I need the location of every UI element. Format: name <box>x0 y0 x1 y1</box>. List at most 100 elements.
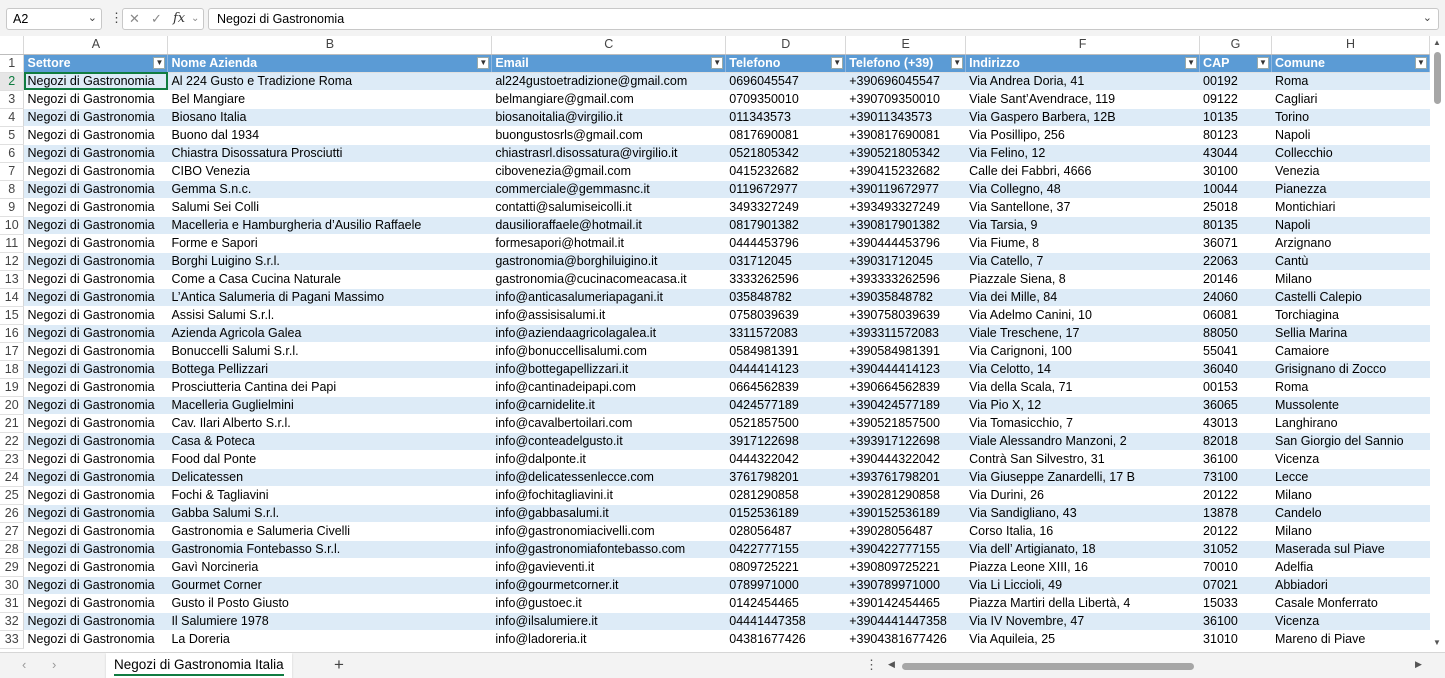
table-cell[interactable]: Gabba Salumi S.r.l. <box>167 504 493 523</box>
table-cell[interactable]: 0521857500 <box>725 414 847 433</box>
table-cell[interactable]: +390584981391 <box>845 342 967 361</box>
row-header[interactable]: 21 <box>0 414 25 433</box>
row-header[interactable]: 19 <box>0 378 25 397</box>
table-cell[interactable]: Corso Italia, 16 <box>965 522 1201 541</box>
table-cell[interactable]: +390152536189 <box>845 504 967 523</box>
table-cell[interactable]: Castelli Calepio <box>1271 288 1430 307</box>
row-header[interactable]: 25 <box>0 486 25 505</box>
table-cell[interactable]: Via Collegno, 48 <box>965 180 1201 199</box>
table-cell[interactable]: Via Catello, 7 <box>965 252 1201 271</box>
table-cell[interactable]: Cantù <box>1271 252 1430 271</box>
table-cell[interactable]: Gavì Norcineria <box>167 558 493 577</box>
table-cell[interactable]: dausilioraffaele@hotmail.it <box>491 216 727 235</box>
table-cell[interactable]: Via Adelmo Canini, 10 <box>965 306 1201 325</box>
table-cell[interactable]: Via Tarsia, 9 <box>965 216 1201 235</box>
table-cell[interactable]: 0142454465 <box>725 594 847 613</box>
table-cell[interactable]: 43013 <box>1199 414 1272 433</box>
table-cell[interactable]: Via Celotto, 14 <box>965 360 1201 379</box>
table-cell[interactable]: 011343573 <box>725 108 847 127</box>
table-cell[interactable]: Via Aquileia, 25 <box>965 630 1201 649</box>
table-cell[interactable]: Negozi di Gastronomia <box>23 306 169 325</box>
table-cell[interactable]: 0696045547 <box>725 72 847 91</box>
row-header[interactable]: 30 <box>0 576 25 595</box>
select-all-corner[interactable] <box>0 36 25 55</box>
table-cell[interactable]: +390758039639 <box>845 306 967 325</box>
table-header-cell[interactable]: Email ▼ <box>491 54 727 73</box>
table-cell[interactable]: Cagliari <box>1271 90 1430 109</box>
table-cell[interactable]: 36100 <box>1199 612 1272 631</box>
table-cell[interactable]: Cav. Ilari Alberto S.r.l. <box>167 414 493 433</box>
prev-sheet-icon[interactable]: ‹ <box>22 657 26 672</box>
table-cell[interactable]: Roma <box>1271 378 1430 397</box>
table-cell[interactable]: Il Salumiere 1978 <box>167 612 493 631</box>
table-cell[interactable]: 43044 <box>1199 144 1272 163</box>
row-header[interactable]: 31 <box>0 594 25 613</box>
table-cell[interactable]: cibovenezia@gmail.com <box>491 162 727 181</box>
table-cell[interactable]: Negozi di Gastronomia <box>23 126 169 145</box>
table-cell[interactable]: Langhirano <box>1271 414 1430 433</box>
horizontal-scroll-thumb[interactable] <box>902 663 1194 670</box>
table-cell[interactable]: Grisignano di Zocco <box>1271 360 1430 379</box>
table-cell[interactable]: Negozi di Gastronomia <box>23 162 169 181</box>
table-cell[interactable]: 10135 <box>1199 108 1272 127</box>
table-cell[interactable]: Delicatessen <box>167 468 493 487</box>
table-cell[interactable]: info@gastronomiafontebasso.com <box>491 540 727 559</box>
table-cell[interactable]: gastronomia@cucinacomeacasa.it <box>491 270 727 289</box>
confirm-icon[interactable]: ✓ <box>151 11 162 27</box>
table-cell[interactable]: Via Durini, 26 <box>965 486 1201 505</box>
table-cell[interactable]: Casa & Poteca <box>167 432 493 451</box>
scroll-down-icon[interactable]: ▼ <box>1433 638 1441 647</box>
table-cell[interactable]: Negozi di Gastronomia <box>23 288 169 307</box>
table-cell[interactable]: 13878 <box>1199 504 1272 523</box>
table-cell[interactable]: Fochi & Tagliavini <box>167 486 493 505</box>
table-cell[interactable]: Negozi di Gastronomia <box>23 216 169 235</box>
table-cell[interactable]: Bottega Pellizzari <box>167 360 493 379</box>
table-cell[interactable]: Collecchio <box>1271 144 1430 163</box>
table-cell[interactable]: 0664562839 <box>725 378 847 397</box>
scroll-left-icon[interactable]: ◀ <box>888 659 895 670</box>
table-cell[interactable]: 10044 <box>1199 180 1272 199</box>
table-cell[interactable]: +390422777155 <box>845 540 967 559</box>
table-cell[interactable]: 09122 <box>1199 90 1272 109</box>
table-cell[interactable]: Food dal Ponte <box>167 450 493 469</box>
table-cell[interactable]: info@gourmetcorner.it <box>491 576 727 595</box>
insert-function-icon[interactable]: fx <box>173 11 185 26</box>
table-cell[interactable]: 20146 <box>1199 270 1272 289</box>
table-cell[interactable]: 035848782 <box>725 288 847 307</box>
table-cell[interactable]: Venezia <box>1271 162 1430 181</box>
table-cell[interactable]: +390809725221 <box>845 558 967 577</box>
table-cell[interactable]: 00153 <box>1199 378 1272 397</box>
table-cell[interactable]: Milano <box>1271 270 1430 289</box>
table-cell[interactable]: info@anticasalumeriapagani.it <box>491 288 727 307</box>
table-cell[interactable]: Forme e Sapori <box>167 234 493 253</box>
table-cell[interactable]: Via Li Liccioli, 49 <box>965 576 1201 595</box>
table-cell[interactable]: Negozi di Gastronomia <box>23 414 169 433</box>
table-cell[interactable]: Negozi di Gastronomia <box>23 594 169 613</box>
table-cell[interactable]: commerciale@gemmasnc.it <box>491 180 727 199</box>
table-cell[interactable]: 0521805342 <box>725 144 847 163</box>
column-header[interactable]: A <box>23 36 169 55</box>
table-cell[interactable]: 0415232682 <box>725 162 847 181</box>
table-cell[interactable]: Roma <box>1271 72 1430 91</box>
row-header[interactable]: 32 <box>0 612 25 631</box>
table-cell[interactable]: Negozi di Gastronomia <box>23 360 169 379</box>
column-header[interactable]: G <box>1199 36 1272 55</box>
table-cell[interactable]: +393311572083 <box>845 324 967 343</box>
table-cell[interactable]: Via Pio X, 12 <box>965 396 1201 415</box>
row-header[interactable]: 23 <box>0 450 25 469</box>
chevron-down-icon[interactable]: ⌄ <box>88 11 97 24</box>
table-cell[interactable]: +390444453796 <box>845 234 967 253</box>
table-cell[interactable]: gastronomia@borghiluigino.it <box>491 252 727 271</box>
table-cell[interactable]: 0817901382 <box>725 216 847 235</box>
table-cell[interactable]: +39028056487 <box>845 522 967 541</box>
more-options-icon[interactable]: ⋮ <box>865 657 878 673</box>
table-cell[interactable]: +390789971000 <box>845 576 967 595</box>
table-cell[interactable]: L’Antica Salumeria di Pagani Massimo <box>167 288 493 307</box>
table-cell[interactable]: 20122 <box>1199 486 1272 505</box>
table-cell[interactable]: CIBO Venezia <box>167 162 493 181</box>
table-cell[interactable]: Via Fiume, 8 <box>965 234 1201 253</box>
table-cell[interactable]: Via Andrea Doria, 41 <box>965 72 1201 91</box>
table-cell[interactable]: +393493327249 <box>845 198 967 217</box>
row-header[interactable]: 33 <box>0 630 25 649</box>
table-cell[interactable]: Maserada sul Piave <box>1271 540 1430 559</box>
